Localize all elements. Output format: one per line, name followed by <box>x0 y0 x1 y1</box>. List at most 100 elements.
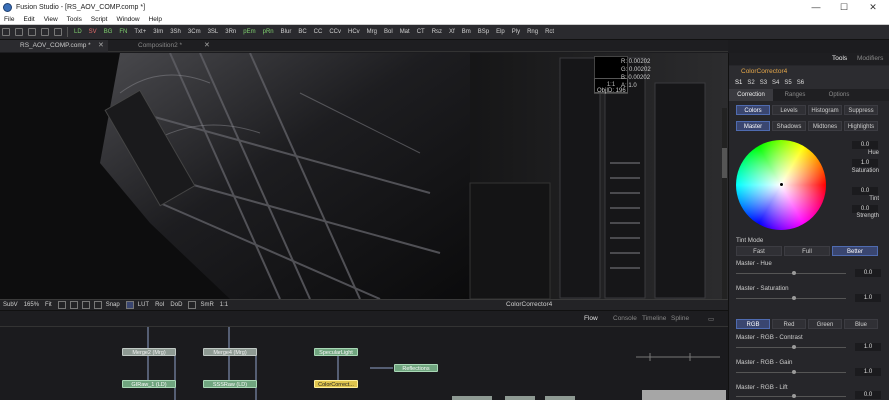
slot-s6[interactable]: S6 <box>797 80 804 86</box>
close-button[interactable]: ✕ <box>859 0 887 14</box>
tool-ranges[interactable]: Rng <box>527 25 538 40</box>
tool-text[interactable]: Txt+ <box>134 25 146 40</box>
tool-brightness-contrast[interactable]: BC <box>298 25 306 40</box>
slider-knob[interactable] <box>792 394 796 398</box>
channel-rgb[interactable]: RGB <box>736 319 770 329</box>
tool-hue-curves[interactable]: HCv <box>348 25 360 40</box>
master-saturation-slider[interactable] <box>736 296 846 300</box>
tool-matte[interactable]: Mat <box>400 25 410 40</box>
slider-knob[interactable] <box>792 296 796 300</box>
tool-channel-booleans[interactable]: CT <box>417 25 425 40</box>
hue-value[interactable]: 1.0 <box>852 159 878 167</box>
tint-value[interactable]: 0.0 <box>852 205 878 213</box>
tool-boolean[interactable]: Bol <box>384 25 393 40</box>
range-highlights[interactable]: Highlights <box>844 121 878 131</box>
snap-toggle[interactable]: Snap <box>106 302 120 308</box>
maximize-button[interactable]: ☐ <box>830 0 858 14</box>
slot-s3[interactable]: S3 <box>760 80 767 86</box>
fit-button[interactable]: Fit <box>45 302 52 308</box>
node-merge2[interactable]: Merge2 (Mrg) <box>122 348 176 356</box>
open-icon[interactable] <box>15 28 23 36</box>
menu-tools[interactable]: Tools <box>67 16 82 23</box>
rgb-lift-value[interactable]: 0.0 <box>855 391 881 399</box>
tool-3d-camera[interactable]: 3Cm <box>188 25 201 40</box>
channel-red[interactable]: Red <box>772 319 806 329</box>
tool-color-curves[interactable]: CCv <box>329 25 341 40</box>
node-reflections[interactable]: Reflections <box>394 364 438 372</box>
mode-histogram[interactable]: Histogram <box>808 105 842 115</box>
tool-rectangle[interactable]: Rct <box>545 25 554 40</box>
slider-knob[interactable] <box>792 345 796 349</box>
range-master[interactable]: Master <box>736 121 770 131</box>
tool-resize[interactable]: Rsz <box>432 25 442 40</box>
tool-3d-shape[interactable]: 3Sh <box>170 25 181 40</box>
mode-suppress[interactable]: Suppress <box>844 105 878 115</box>
master-hue-value[interactable]: 0.0 <box>855 269 881 277</box>
tool-3d-image[interactable]: 3Im <box>153 25 163 40</box>
channel-green[interactable]: Green <box>808 319 842 329</box>
slot-s5[interactable]: S5 <box>784 80 791 86</box>
tool-merge[interactable]: Mrg <box>367 25 377 40</box>
tool-color-corrector[interactable]: CC <box>314 25 323 40</box>
ellipse-tool-icon[interactable] <box>93 301 102 309</box>
tool-3d-light[interactable]: 3SL <box>208 25 219 40</box>
tab-console[interactable]: Console <box>613 315 637 322</box>
new-icon[interactable] <box>2 28 10 36</box>
viewer-scrollbar[interactable] <box>722 108 727 299</box>
close-tab-icon[interactable]: ✕ <box>98 40 104 52</box>
node-specular-light[interactable]: SpecularLight <box>314 348 358 356</box>
menu-edit[interactable]: Edit <box>23 16 34 23</box>
mode-colors[interactable]: Colors <box>736 105 770 115</box>
flow-navigator[interactable] <box>642 390 726 400</box>
rgb-contrast-value[interactable]: 1.0 <box>855 343 881 351</box>
rectangle-tool-icon[interactable] <box>81 301 90 309</box>
rgb-lift-slider[interactable] <box>736 394 846 398</box>
scroll-thumb[interactable] <box>722 148 727 178</box>
ratio-toggle[interactable]: 1:1 <box>220 302 228 308</box>
flow-options-icon[interactable]: ▭ <box>708 315 714 323</box>
tab-ranges[interactable]: Ranges <box>773 89 817 101</box>
range-midtones[interactable]: Midtones <box>808 121 842 131</box>
tint-mode-fast[interactable]: Fast <box>736 246 782 256</box>
stereo-icon[interactable] <box>188 301 197 309</box>
checker-icon[interactable] <box>125 301 134 309</box>
tool-particle-emitter[interactable]: pEm <box>243 25 255 40</box>
tool-fastnoise[interactable]: FN <box>119 25 127 40</box>
undo-icon[interactable] <box>41 28 49 36</box>
menu-window[interactable]: Window <box>116 16 139 23</box>
range-shadows[interactable]: Shadows <box>772 121 806 131</box>
polyline-tool-icon[interactable] <box>57 301 66 309</box>
channel-blue[interactable]: Blue <box>844 319 878 329</box>
tint-mode-better[interactable]: Better <box>832 246 878 256</box>
tab-rs-aov-comp[interactable]: RS_AOV_COMP.comp * ✕ <box>0 40 108 52</box>
tool-saver[interactable]: SV <box>89 25 97 40</box>
slot-s4[interactable]: S4 <box>772 80 779 86</box>
tool-polygon[interactable]: Ply <box>512 25 520 40</box>
redo-icon[interactable] <box>54 28 62 36</box>
smr-toggle[interactable]: SmR <box>200 302 213 308</box>
dod-toggle[interactable]: DoD <box>170 302 182 308</box>
slot-s1[interactable]: S1 <box>735 80 742 86</box>
tab-flow[interactable]: Flow <box>584 315 598 322</box>
tab-modifiers[interactable]: Modifiers <box>857 55 883 62</box>
tool-transform[interactable]: Xf <box>449 25 455 40</box>
close-tab-icon[interactable]: ✕ <box>204 40 210 52</box>
save-icon[interactable] <box>28 28 36 36</box>
node-color-corrector[interactable]: ColorCorrect... <box>314 380 358 388</box>
master-saturation-value[interactable]: 1.0 <box>855 294 881 302</box>
mode-levels[interactable]: Levels <box>772 105 806 115</box>
roi-toggle[interactable]: RoI <box>155 302 164 308</box>
tool-bspline[interactable]: BSp <box>478 25 489 40</box>
tool-background[interactable]: BG <box>104 25 113 40</box>
slider-knob[interactable] <box>792 271 796 275</box>
rgb-gain-value[interactable]: 1.0 <box>855 368 881 376</box>
rgb-gain-slider[interactable] <box>736 370 846 374</box>
master-hue-slider[interactable] <box>736 271 846 275</box>
node-gi-raw[interactable]: GIRaw_1 (LD) <box>122 380 176 388</box>
wheel-value-3[interactable]: 0.0 <box>852 187 878 195</box>
tab-correction[interactable]: Correction <box>729 89 773 101</box>
node-title[interactable]: ColorCorrector4 <box>729 66 889 77</box>
slot-s2[interactable]: S2 <box>747 80 754 86</box>
tab-spline[interactable]: Spline <box>671 315 689 322</box>
wheel-value-1[interactable]: 0.0 <box>852 141 878 149</box>
